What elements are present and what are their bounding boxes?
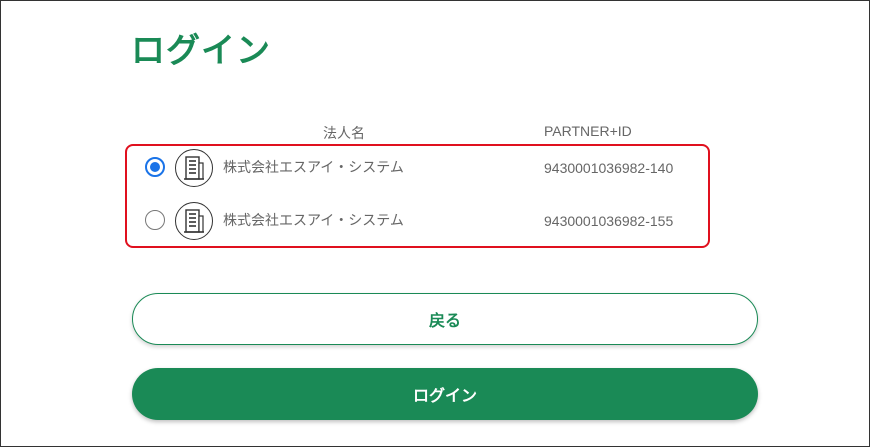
partner-id: 9430001036982-155 bbox=[544, 213, 674, 229]
column-header-partner-id: PARTNER+ID bbox=[544, 123, 632, 139]
company-row[interactable]: 株式会社エスアイ・システム 9430001036982-140 bbox=[141, 148, 701, 188]
company-radio-unselected[interactable] bbox=[145, 210, 165, 230]
login-page: ログイン 法人名 PARTNER+ID 株式会社エスアイ・システム 943000… bbox=[0, 0, 870, 447]
company-name: 株式会社エスアイ・システム bbox=[223, 160, 404, 176]
building-icon bbox=[175, 202, 213, 240]
back-button[interactable]: 戻る bbox=[132, 293, 758, 345]
page-title: ログイン bbox=[131, 31, 271, 71]
partner-id: 9430001036982-140 bbox=[544, 160, 674, 176]
building-icon bbox=[175, 149, 213, 187]
column-header-company-name: 法人名 bbox=[323, 126, 365, 142]
company-name: 株式会社エスアイ・システム bbox=[223, 213, 404, 229]
company-radio-selected[interactable] bbox=[145, 157, 165, 177]
company-row[interactable]: 株式会社エスアイ・システム 9430001036982-155 bbox=[141, 201, 701, 241]
login-button[interactable]: ログイン bbox=[132, 368, 758, 420]
